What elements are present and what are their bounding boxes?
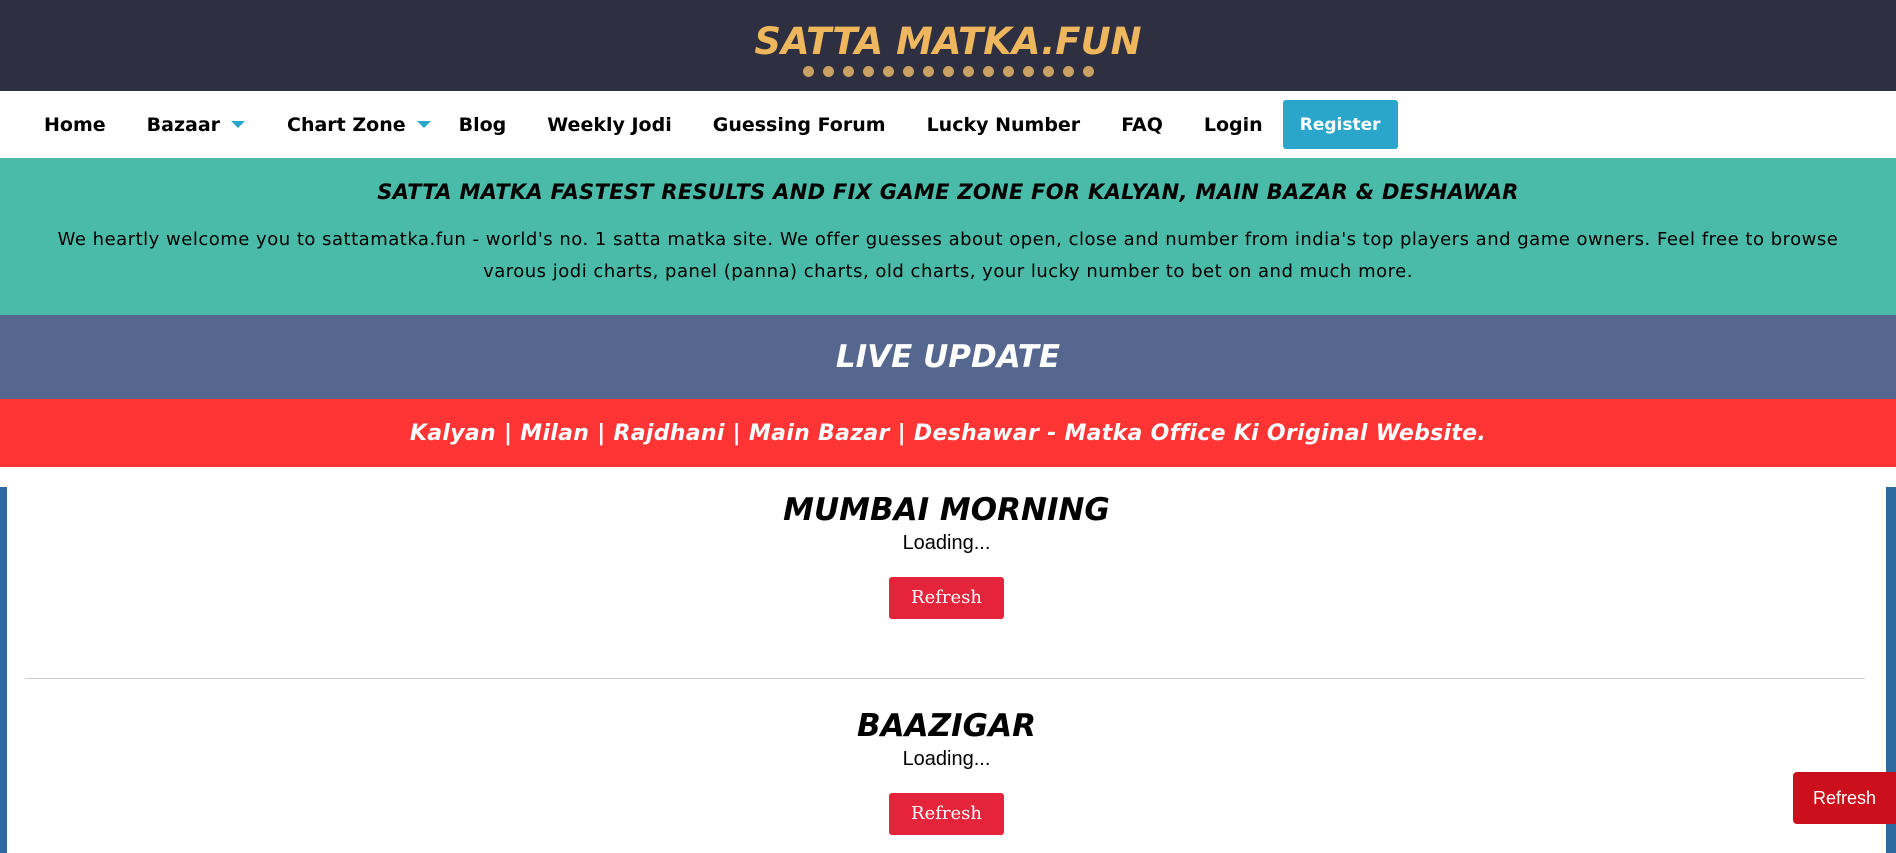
marquee-banner: Kalyan | Milan | Rajdhani | Main Bazar |… [0,399,1896,467]
floating-refresh-button[interactable]: Refresh [1793,772,1896,824]
refresh-button[interactable]: Refresh [889,577,1004,619]
result-status: Loading... [902,748,991,770]
site-logo[interactable]: SATTA MATKA.FUN [0,20,1896,64]
nav-guessing-forum-label: Guessing Forum [712,113,886,136]
intro-section: SATTA MATKA FASTEST RESULTS AND FIX GAME… [0,158,1896,315]
nav-blog-label: Blog [458,113,507,136]
banner-text: Kalyan | Milan | Rajdhani | Main Bazar |… [409,420,1487,446]
nav-weekly-jodi[interactable]: Weekly Jodi [547,114,671,136]
nav-home-label: Home [44,113,106,136]
nav-bazaar-label: Bazaar [146,113,221,136]
nav-login-label: Login [1203,113,1263,136]
nav-faq[interactable]: FAQ [1121,114,1163,136]
nav-weekly-jodi-label: Weekly Jodi [547,113,672,136]
nav-guessing-forum[interactable]: Guessing Forum [713,114,886,136]
register-button[interactable]: Register [1282,100,1398,149]
divider [25,678,1865,679]
nav-faq-label: FAQ [1121,113,1163,136]
intro-text: We heartly welcome you to sattamatka.fun… [57,229,1839,282]
logo-dots [0,66,1896,77]
result-status: Loading... [902,532,991,554]
intro-heading: SATTA MATKA FASTEST RESULTS AND FIX GAME… [377,180,1519,204]
nav-lucky-number[interactable]: Lucky Number [927,114,1081,136]
main-nav: Home Bazaar Chart Zone Blog Weekly Jodi … [0,91,1896,158]
live-update-bar: LIVE UPDATE [0,315,1896,399]
nav-home[interactable]: Home [44,114,106,136]
nav-chart-zone-label: Chart Zone [287,113,406,136]
nav-login[interactable]: Login [1204,114,1263,136]
site-header: SATTA MATKA.FUN [0,0,1896,91]
nav-lucky-number-label: Lucky Number [926,113,1081,136]
result-card: MUMBAI MORNING Loading... Refresh [7,490,1886,619]
chevron-down-icon [231,121,246,128]
results-panel: MUMBAI MORNING Loading... Refresh BAAZIG… [0,487,1896,853]
nav-blog[interactable]: Blog [459,114,507,136]
result-card: BAAZIGAR Loading... Refresh [7,706,1886,835]
refresh-button[interactable]: Refresh [889,793,1004,835]
market-name: BAAZIGAR [857,708,1036,744]
market-name: MUMBAI MORNING [783,492,1110,528]
nav-chart-zone[interactable]: Chart Zone [287,114,431,136]
chevron-down-icon [416,121,431,128]
live-update-title: LIVE UPDATE [835,339,1061,375]
nav-bazaar[interactable]: Bazaar [146,113,246,136]
